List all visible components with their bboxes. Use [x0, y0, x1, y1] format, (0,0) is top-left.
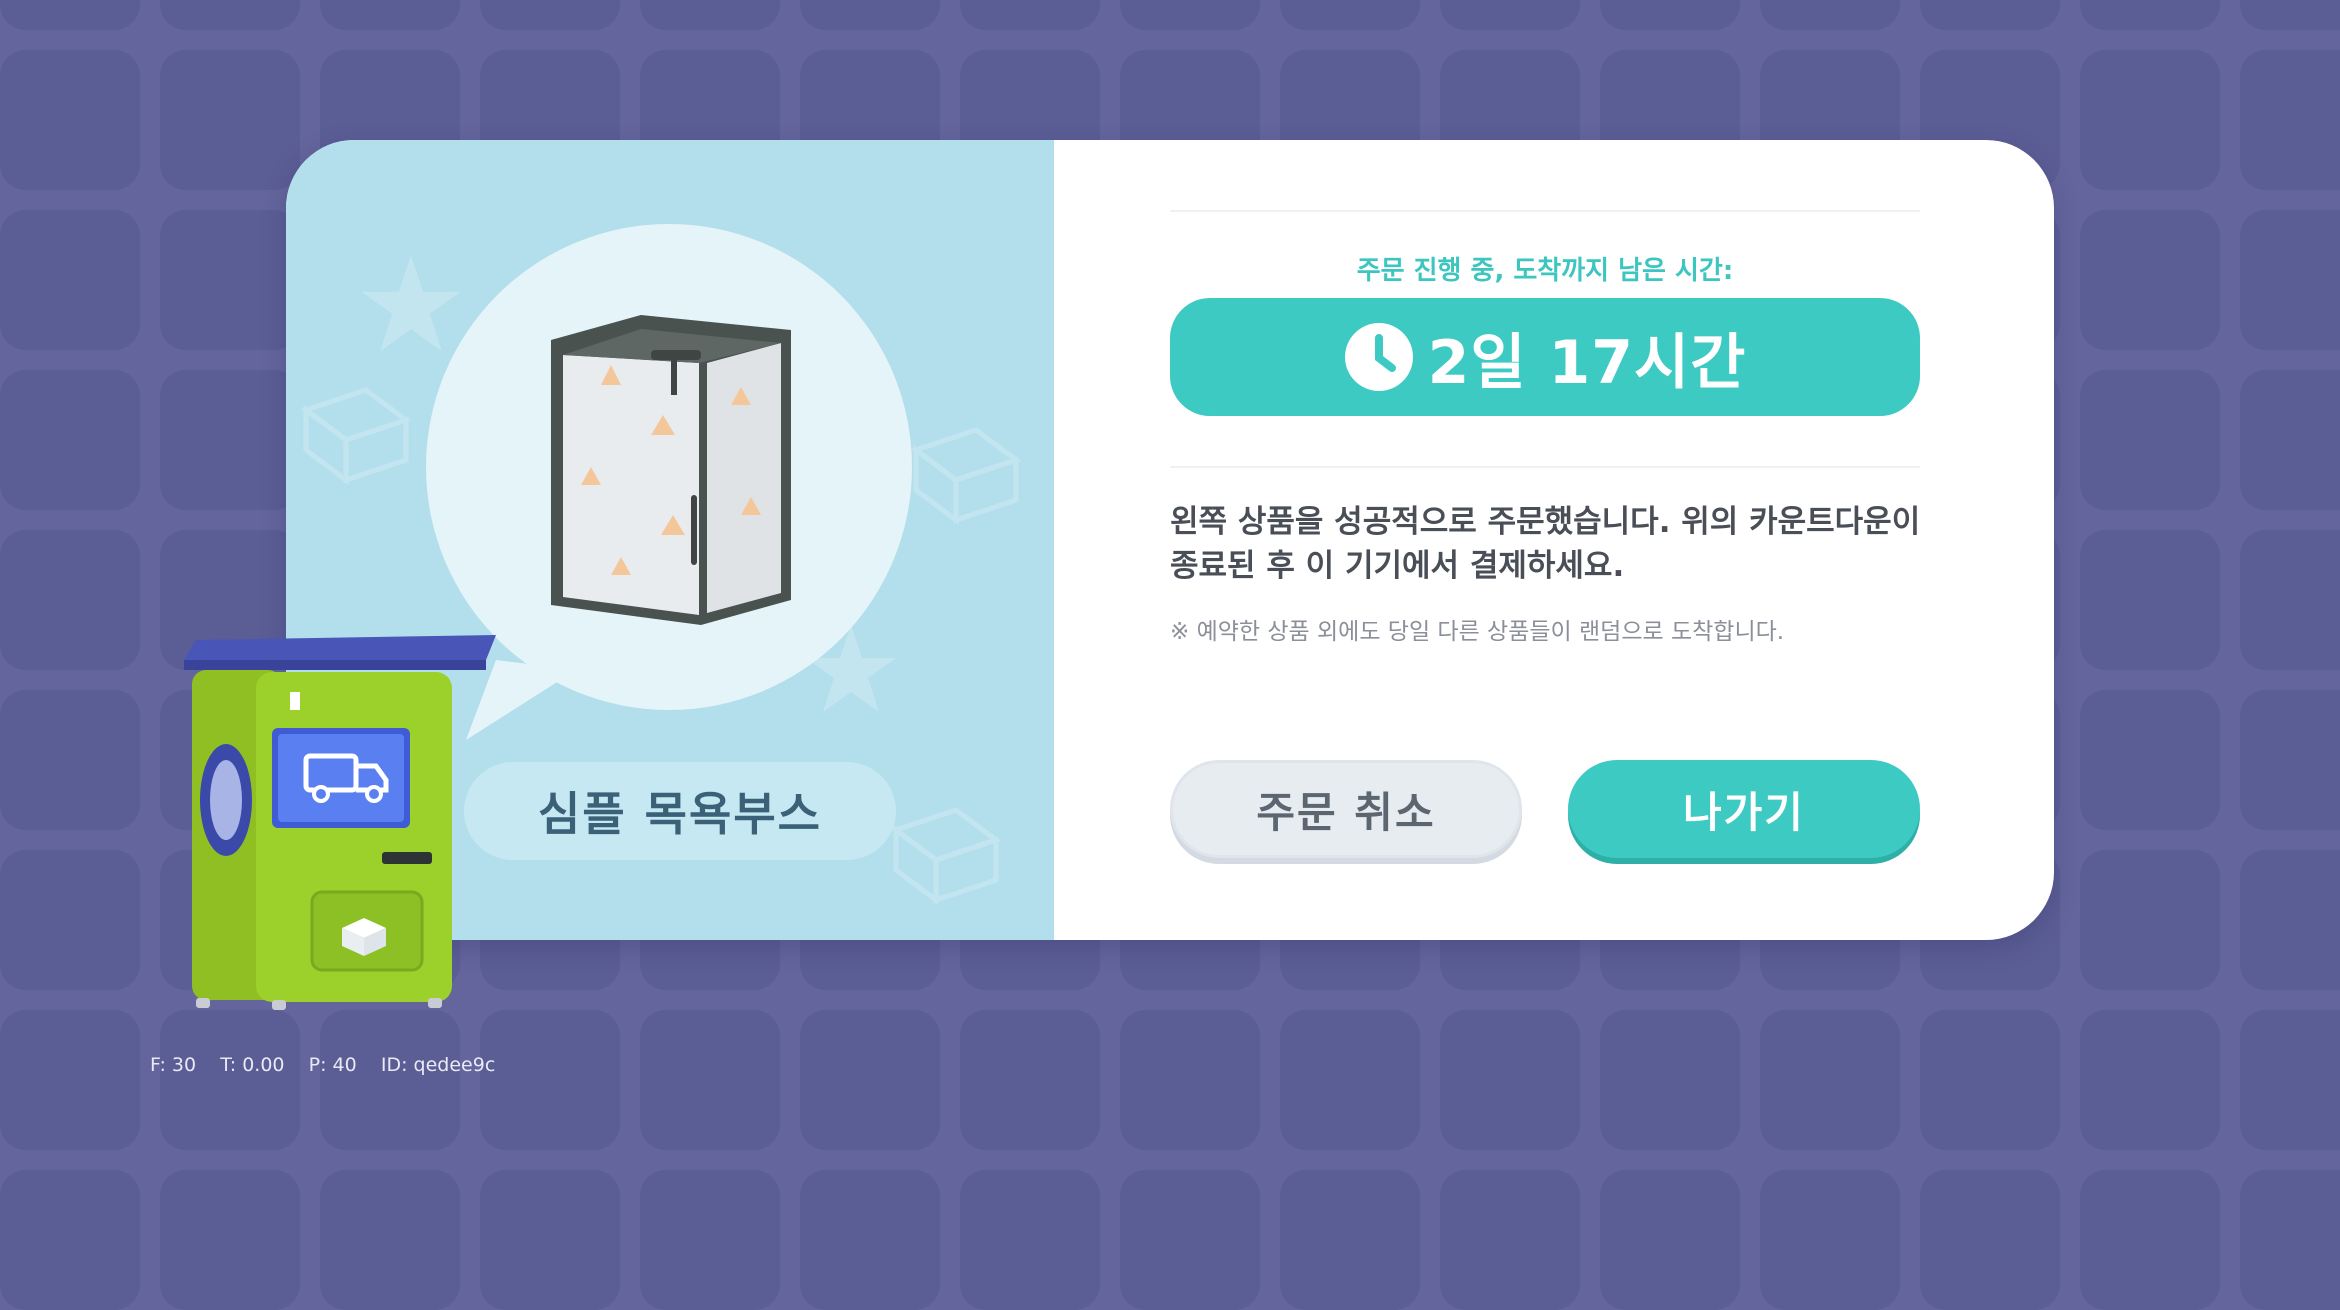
background-tile [1920, 1010, 2060, 1150]
background-tile [0, 50, 140, 190]
background-tile [0, 370, 140, 510]
background-tile [1440, 0, 1580, 30]
background-tile [160, 1170, 300, 1310]
message-line: 종료된 후 이 기기에서 결제하세요. [1170, 548, 1625, 584]
background-tile [0, 1170, 140, 1310]
background-tile [2080, 530, 2220, 670]
background-tile [1280, 1010, 1420, 1150]
background-tile [1600, 1010, 1740, 1150]
background-tile [1760, 0, 1900, 30]
background-tile [1760, 1170, 1900, 1310]
background-tile [2080, 370, 2220, 510]
background-tile [1280, 0, 1420, 30]
clock-icon [1344, 323, 1413, 391]
background-tile [1920, 1170, 2060, 1310]
background-tile [2240, 1010, 2340, 1150]
countdown-bar: 2일 17시간 [1170, 298, 1920, 416]
background-tile [1440, 1170, 1580, 1310]
background-tile [800, 1010, 940, 1150]
background-tile [320, 1170, 460, 1310]
background-tile [1760, 1010, 1900, 1150]
background-tile [640, 0, 780, 30]
order-info-panel: 주문 진행 중, 도착까지 남은 시간: 2일 17시간 왼쪽 상품을 성공적으… [1054, 140, 2054, 940]
background-tile [2240, 0, 2340, 30]
box-decoration-icon [890, 807, 1002, 905]
background-tile [2240, 370, 2340, 510]
background-tile [2080, 210, 2220, 350]
background-tile [160, 370, 300, 510]
order-dialog: 심플 목욕부스 주문 진행 중, 도착까지 남은 시간: 2일 17시간 왼쪽 … [286, 140, 2054, 940]
background-tile [0, 0, 140, 30]
box-decoration-icon [910, 427, 1022, 525]
background-tile [0, 1010, 140, 1150]
background-tile [960, 1170, 1100, 1310]
background-tile [640, 1170, 780, 1310]
divider [1170, 466, 1920, 468]
background-tile [2240, 530, 2340, 670]
background-tile [0, 690, 140, 830]
background-tile [2240, 50, 2340, 190]
background-tile [320, 0, 460, 30]
status-label: 주문 진행 중, 도착까지 남은 시간: [1356, 256, 1734, 286]
background-tile [2080, 1170, 2220, 1310]
background-tile [1120, 0, 1260, 30]
background-tile [160, 0, 300, 30]
background-tile [640, 1010, 780, 1150]
background-tile [2240, 1170, 2340, 1310]
debug-overlay: F: 30 T: 0.00 P: 40 ID: qedee9c [150, 1054, 496, 1076]
background-tile [480, 1170, 620, 1310]
background-tile [2080, 1010, 2220, 1150]
background-tile [0, 210, 140, 350]
background-tile [960, 0, 1100, 30]
exit-button[interactable]: 나가기 [1568, 760, 1920, 858]
background-tile [2080, 0, 2220, 30]
background-tile [1600, 0, 1740, 30]
box-decoration-icon [300, 387, 412, 485]
background-tile [160, 50, 300, 190]
background-tile [1440, 1010, 1580, 1150]
background-tile [480, 0, 620, 30]
background-tile [1280, 1170, 1420, 1310]
countdown-value: 2일 17시간 [1427, 327, 1747, 398]
order-message: 왼쪽 상품을 성공적으로 주문했습니다. 위의 카운트다운이 종료된 후 이 기… [1170, 500, 1930, 588]
background-tile [2240, 690, 2340, 830]
background-tile [800, 1170, 940, 1310]
divider [1170, 210, 1920, 212]
delivery-kiosk [184, 635, 496, 1010]
background-tile [0, 850, 140, 990]
background-tile [2080, 850, 2220, 990]
background-tile [2080, 690, 2220, 830]
background-tile [160, 1010, 300, 1150]
star-decoration-icon [361, 255, 461, 352]
message-line: 왼쪽 상품을 성공적으로 주문했습니다. 위의 카운트다운이 [1170, 504, 1921, 540]
background-tile [960, 1010, 1100, 1150]
background-tile [160, 210, 300, 350]
background-tile [320, 1010, 460, 1150]
background-tile [1920, 0, 2060, 30]
background-tile [2240, 850, 2340, 990]
cancel-order-button[interactable]: 주문 취소 [1170, 760, 1522, 858]
bath-booth-icon [551, 315, 791, 625]
background-tile [0, 530, 140, 670]
background-tile [480, 1010, 620, 1150]
product-name: 심플 목욕부스 [464, 762, 896, 860]
background-tile [2080, 50, 2220, 190]
background-tile [1600, 1170, 1740, 1310]
background-tile [2240, 210, 2340, 350]
background-tile [1120, 1010, 1260, 1150]
background-tile [1120, 1170, 1260, 1310]
background-tile [800, 0, 940, 30]
arrival-note: ※ 예약한 상품 외에도 당일 다른 상품들이 랜덤으로 도착합니다. [1170, 619, 1785, 645]
